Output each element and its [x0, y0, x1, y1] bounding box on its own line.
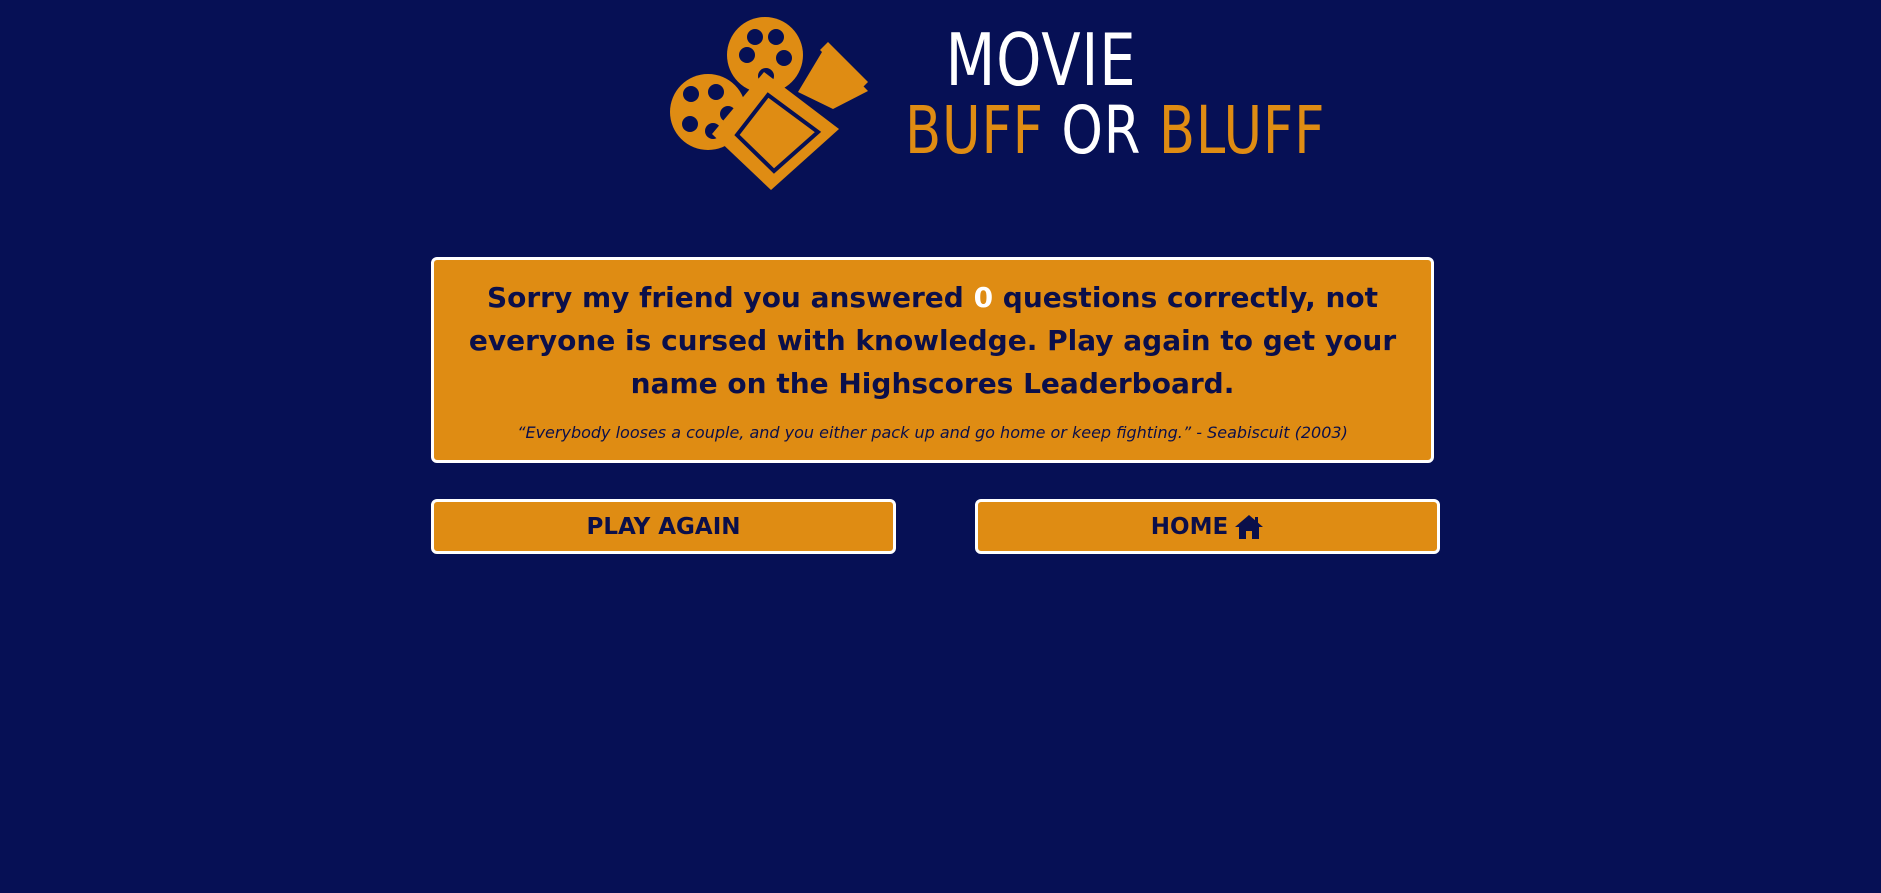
score-value: 0: [973, 281, 994, 314]
result-message-before: Sorry my friend you answered: [486, 281, 964, 314]
result-message: Sorry my friend you answered 0 questions…: [454, 276, 1411, 405]
home-label: HOME: [1150, 513, 1229, 540]
play-again-label: PLAY AGAIN: [586, 513, 741, 540]
movie-quote: “Everybody looses a couple, and you eith…: [517, 423, 1348, 442]
logo-title-subtitle: BUFF OR BLUFF: [905, 96, 1324, 166]
play-again-button[interactable]: PLAY AGAIN: [431, 499, 896, 554]
logo-word-buff: BUFF: [905, 92, 1044, 169]
logo: MOVIE BUFF OR BLUFF: [668, 14, 1324, 194]
logo-word-bluff: BLUFF: [1158, 92, 1326, 169]
page: MOVIE BUFF OR BLUFF Sorry my friend you …: [0, 0, 1881, 893]
result-card: Sorry my friend you answered 0 questions…: [431, 257, 1434, 463]
home-button[interactable]: HOME: [975, 499, 1440, 554]
logo-text: MOVIE BUFF OR BLUFF: [905, 18, 1324, 166]
film-camera-icon: [670, 17, 868, 190]
home-icon: [1235, 514, 1264, 539]
logo-word-or: OR: [1061, 92, 1142, 169]
logo-title-movie: MOVIE: [945, 18, 1137, 102]
